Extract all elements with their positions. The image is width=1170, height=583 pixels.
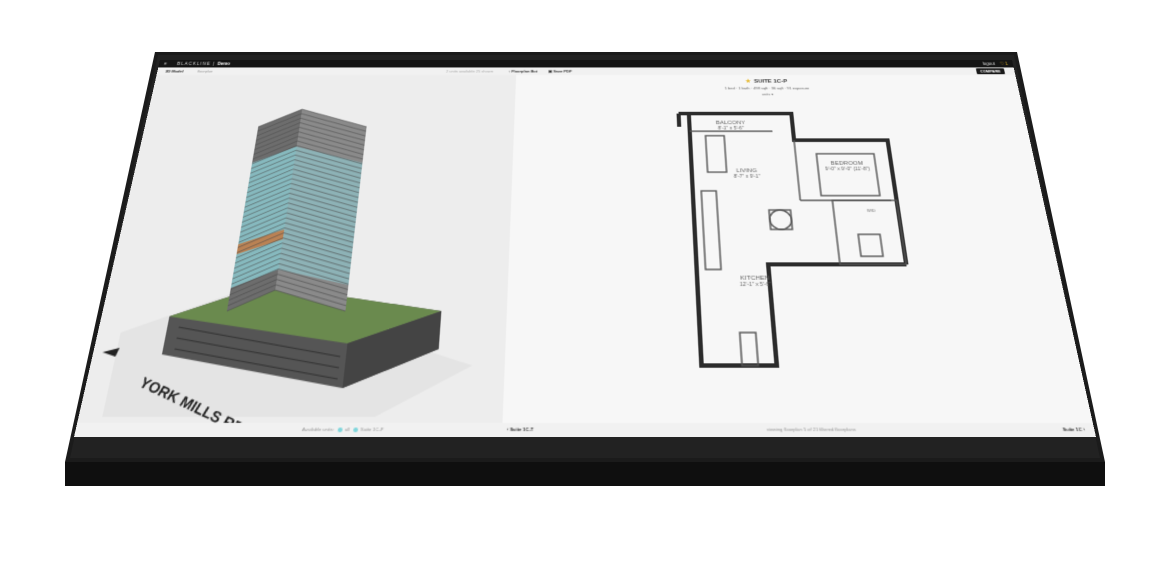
star-icon[interactable]: ★: [745, 79, 751, 84]
tab-3d-model[interactable]: 3D Model: [165, 67, 184, 75]
next-suite-link[interactable]: Suite 1C ›: [1061, 423, 1086, 437]
save-pdf-button[interactable]: ▣ Save PDF: [548, 67, 572, 75]
units-available: 2 units available 25 shown: [446, 67, 494, 75]
favorites-button[interactable]: ♡ 1 heart-icon: [999, 60, 1009, 67]
bedroom-dims: 9'-0" x 9'-0" (11'-8"): [825, 166, 871, 171]
app-screen: hamburger-icon ≡ BLACKLINE | Demo logout…: [73, 60, 1096, 437]
available-label: Available units:: [301, 426, 335, 433]
legend-all-dot: [337, 427, 343, 433]
legend-all[interactable]: all: [345, 426, 350, 432]
legend-suite-dot: [353, 427, 359, 433]
suite-title: ★ SUITE 1C-P: [516, 78, 1018, 84]
bottom-bar: Available units: all Suite 1C-P ‹ Suite …: [74, 423, 1096, 437]
favorites-count: 1: [1004, 61, 1009, 66]
sub-bar: 3D Model floorplan 2 units available 25 …: [157, 67, 1016, 75]
kitchen-dims: 12'-1" x 5'-6": [740, 281, 772, 287]
brand-product: Demo: [217, 61, 231, 66]
prev-suite-link[interactable]: ‹ Suite 1C-T: [507, 423, 534, 437]
floorplan-drawing: BALCONY 8'-1" x 5'-6" LIVING 8'-7" x 9'-…: [502, 92, 1092, 423]
suite-title-text: SUITE 1C-P: [753, 79, 788, 85]
floorplan-panel: ★ SUITE 1C-P 1 bed · 1 bath · 498 sqft · …: [502, 75, 1093, 423]
availability-legend: Available units: all Suite 1C-P: [301, 423, 384, 437]
units-shown-text: 25 shown: [475, 69, 494, 74]
viewing-status: viewing floorplan 5 of 21 filtered floor…: [766, 426, 857, 433]
tab-floorplan[interactable]: floorplan: [197, 67, 214, 75]
units-available-text: 2 units available: [445, 69, 476, 74]
top-bar: hamburger-icon ≡ BLACKLINE | Demo logout…: [158, 60, 1014, 68]
save-pdf-label: Save PDF: [553, 69, 572, 74]
compare-button[interactable]: COMPARE: [975, 68, 1006, 75]
living-dims: 8'-7" x 9'-1": [733, 174, 760, 179]
floorplan-bot-label: Floorplan Bot: [511, 69, 538, 74]
suite-meta: 1 bed · 1 bath · 498 sqft · 36 sqft · 91…: [724, 85, 810, 91]
display-stage: hamburger-icon ≡ BLACKLINE | Demo logout…: [0, 0, 1170, 583]
floorplan-bot-button[interactable]: ↕ Floorplan Bot: [508, 67, 537, 75]
brand-logo: BLACKLINE | Demo: [176, 61, 231, 66]
wd-label: W/D: [867, 209, 876, 213]
legend-suite[interactable]: Suite 1C-P: [360, 426, 384, 432]
balcony-dims: 8'-1" x 5'-6": [718, 126, 745, 131]
logout-link[interactable]: logout: [982, 60, 996, 67]
brand-name: BLACKLINE: [176, 61, 212, 66]
menu-glyph[interactable]: ≡: [163, 60, 168, 67]
